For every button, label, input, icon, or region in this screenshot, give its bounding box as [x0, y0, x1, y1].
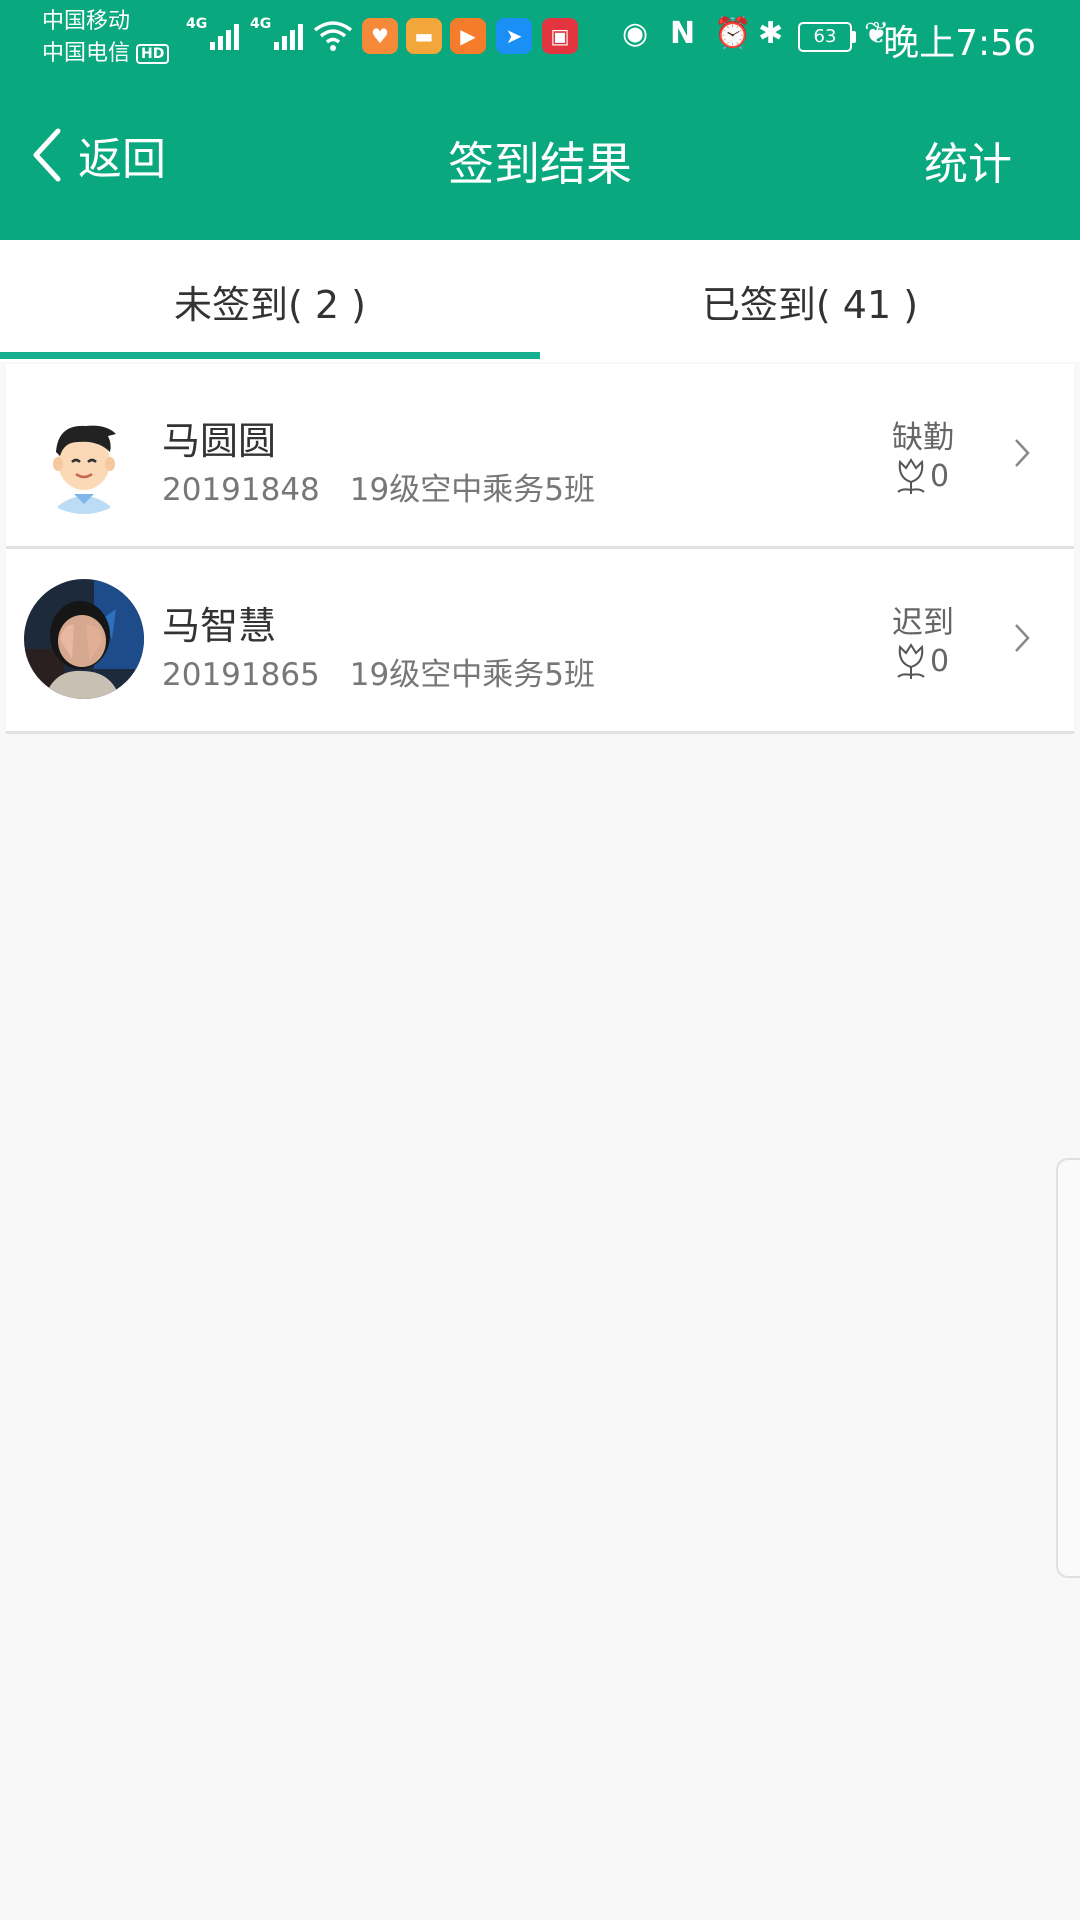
flower-icon [897, 643, 925, 679]
flower-count: 0 [894, 456, 949, 496]
status-bar: 中国移动 中国电信 HD 4G 4G ♥ ▬ ▶ ➤ ▣ ◉ N ⏰ ✱ 63 ❦… [0, 0, 1080, 76]
carrier-2: 中国电信 [42, 41, 131, 66]
student-meta: 20191848 19级空中乘务5班 [162, 464, 595, 509]
signal-icon-2: 4G [250, 16, 306, 50]
student-class: 19级空中乘务5班 [349, 472, 595, 508]
student-name: 马智慧 [162, 604, 277, 648]
attendance-status: 迟到 [892, 605, 954, 641]
alarm-icon: ⏰ [714, 16, 752, 51]
avatar [24, 394, 144, 514]
dingtalk-app-icon: ➤ [496, 18, 532, 54]
tab-bar: 未签到( 2 ) 已签到( 41 ) [0, 240, 1080, 362]
flower-icon [897, 458, 925, 494]
shopping-app-icon: ▣ [542, 18, 578, 54]
eye-icon: ◉ [622, 16, 649, 51]
flower-count-value: 0 [930, 458, 950, 494]
attendance-status: 缺勤 [892, 420, 954, 456]
wifi-icon [313, 21, 353, 51]
health-app-icon: ♥ [362, 18, 398, 54]
hd-badge: HD [136, 44, 170, 64]
student-id: 20191848 [162, 472, 320, 508]
tab-signed[interactable]: 已签到( 41 ) [540, 240, 1080, 362]
signal-icon: 4G [186, 16, 242, 50]
video-app-icon: ▶ [450, 18, 486, 54]
chevron-right-icon [1015, 439, 1030, 467]
flower-count: 0 [894, 641, 949, 681]
statistics-button[interactable]: 统计 [924, 128, 1012, 192]
student-class: 19级空中乘务5班 [349, 657, 595, 693]
avatar [24, 579, 144, 699]
bluetooth-icon: ✱ [758, 16, 784, 51]
floating-side-handle[interactable] [1056, 1158, 1080, 1578]
list-item[interactable]: 马智慧 20191865 19级空中乘务5班 迟到 0 [6, 549, 1074, 734]
student-id: 20191865 [162, 657, 320, 693]
student-meta: 20191865 19级空中乘务5班 [162, 649, 595, 694]
carrier-1: 中国移动 [42, 9, 131, 34]
student-name: 马圆圆 [162, 419, 277, 463]
list-item[interactable]: 马圆圆 20191848 19级空中乘务5班 缺勤 0 [6, 364, 1074, 549]
battery-icon: 63 [798, 22, 856, 52]
flower-count-value: 0 [930, 643, 950, 679]
title-bar: 返回 签到结果 统计 [0, 76, 1080, 240]
tab-not-signed[interactable]: 未签到( 2 ) [0, 240, 540, 362]
page-title: 签到结果 [448, 137, 632, 191]
student-list: 马圆圆 20191848 19级空中乘务5班 缺勤 0 马智慧 20191865… [6, 364, 1074, 734]
carrier-info: 中国移动 中国电信 HD [42, 6, 170, 70]
wallet-app-icon: ▬ [406, 18, 442, 54]
chevron-right-icon [1015, 624, 1030, 652]
clock: 晚上7:56 [883, 23, 1036, 64]
nfc-icon: N [670, 16, 696, 51]
tab-indicator [0, 352, 540, 359]
